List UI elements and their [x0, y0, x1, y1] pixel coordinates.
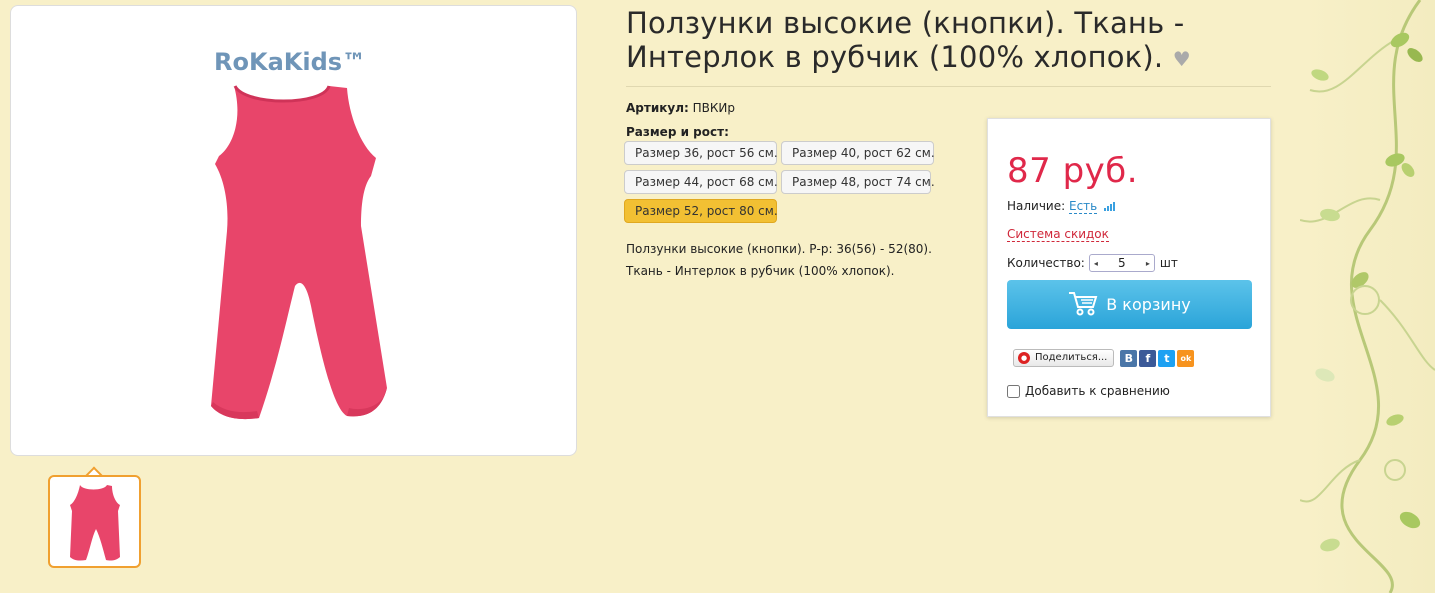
availability-label: Наличие:	[1007, 199, 1066, 213]
description-line: Ткань - Интерлок в рубчик (100% хлопок).	[626, 264, 895, 278]
share-icon: ●	[1018, 352, 1030, 364]
title-divider	[626, 86, 1271, 87]
add-to-cart-label: В корзину	[1106, 295, 1191, 314]
size-label: Размер и рост:	[626, 125, 729, 139]
product-description: Ползунки высокие (кнопки). Р-р: 36(56) -…	[626, 238, 966, 282]
share-button[interactable]: ● Поделиться...	[1013, 349, 1115, 367]
product-thumbnail[interactable]	[48, 475, 141, 568]
signal-bars-icon	[1104, 200, 1116, 214]
size-option[interactable]: Размер 44, рост 68 см.	[624, 170, 778, 194]
share-label: Поделиться...	[1035, 352, 1108, 363]
vk-icon[interactable]: В	[1120, 349, 1138, 367]
heart-icon[interactable]: ♥	[1173, 42, 1191, 76]
increase-arrow-icon[interactable]: ▸	[1146, 259, 1150, 268]
decrease-arrow-icon[interactable]: ◂	[1094, 259, 1098, 268]
availability: Наличие: Есть	[1007, 199, 1116, 214]
facebook-icon[interactable]: f	[1139, 349, 1157, 367]
article-value: ПВКИр	[692, 101, 735, 115]
article-row: Артикул: ПВКИр	[626, 101, 735, 115]
product-title-text: Ползунки высокие (кнопки). Ткань - Интер…	[626, 6, 1185, 74]
quantity-label: Количество:	[1007, 256, 1085, 270]
product-title: Ползунки высокие (кнопки). Ткань - Интер…	[626, 6, 1276, 76]
compare-checkbox[interactable]	[1007, 384, 1020, 398]
size-option[interactable]: Размер 48, рост 74 см.	[781, 170, 935, 194]
quantity-unit: шт	[1159, 256, 1178, 270]
compare-row[interactable]: Добавить к сравнению	[1007, 384, 1170, 398]
availability-value[interactable]: Есть	[1069, 199, 1098, 214]
twitter-icon[interactable]: t	[1158, 349, 1176, 367]
product-main-image[interactable]: RoKaKids™	[10, 5, 577, 456]
compare-label: Добавить к сравнению	[1025, 384, 1170, 398]
size-option-selected[interactable]: Размер 52, рост 80 см.	[624, 199, 778, 223]
quantity-value[interactable]: 5	[1118, 256, 1126, 270]
discount-system-link[interactable]: Система скидок	[1007, 227, 1109, 242]
add-to-cart-button[interactable]: В корзину	[1007, 280, 1252, 329]
share-row: ● Поделиться... В f t ok	[1013, 349, 1195, 367]
quantity-row: Количество: ◂ 5 ▸ шт	[1007, 254, 1178, 272]
price: 87 руб.	[1007, 151, 1139, 191]
quantity-stepper[interactable]: ◂ 5 ▸	[1088, 254, 1155, 272]
description-line: Ползунки высокие (кнопки). Р-р: 36(56) -…	[626, 242, 932, 256]
cart-icon	[1068, 290, 1098, 320]
size-option[interactable]: Размер 36, рост 56 см.	[624, 141, 778, 165]
article-label: Артикул:	[626, 101, 689, 115]
floral-decoration	[1300, 0, 1435, 593]
odnoklassniki-icon[interactable]: ok	[1177, 349, 1195, 367]
size-option[interactable]: Размер 40, рост 62 см.	[781, 141, 935, 165]
brand-logo: RoKaKids™	[214, 48, 366, 76]
buy-box: 87 руб. Наличие: Есть Система скидок Кол…	[987, 118, 1271, 417]
